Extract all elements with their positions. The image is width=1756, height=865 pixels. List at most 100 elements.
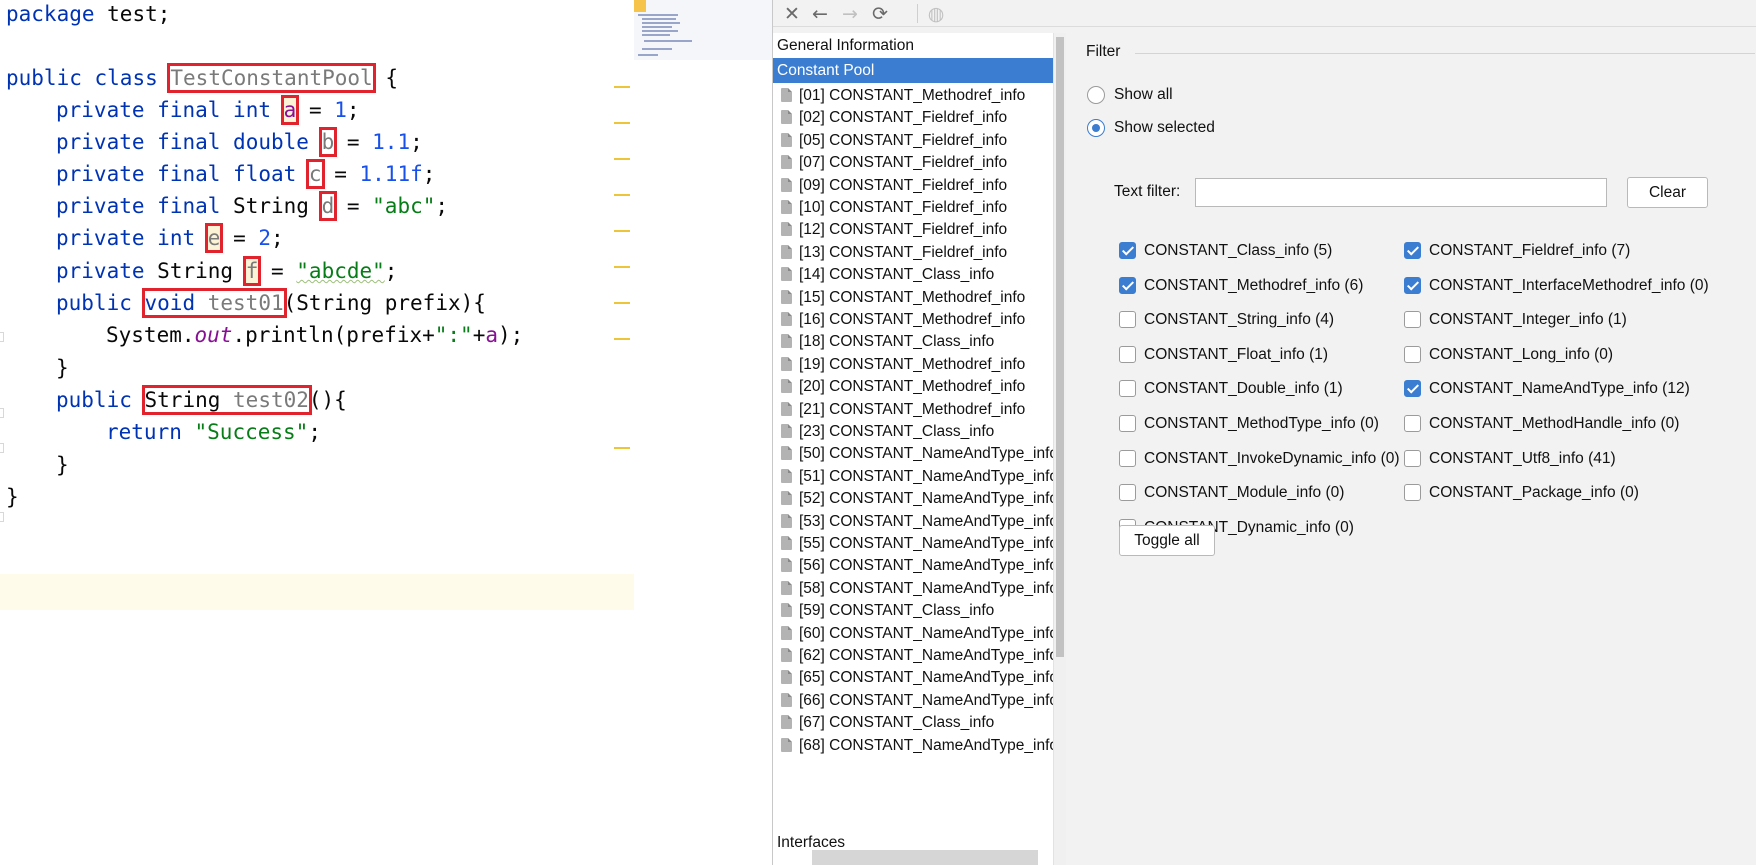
checkbox-unchecked[interactable] (1119, 380, 1136, 398)
brace: } (56, 453, 69, 477)
gutter-marker[interactable] (614, 122, 630, 124)
constant-pool-entry[interactable]: [50] CONSTANT_NameAndType_info (773, 441, 1053, 466)
constant-pool-entry[interactable]: [67] CONSTANT_Class_info (773, 710, 1053, 735)
constant-pool-entry[interactable]: [09] CONSTANT_Fieldref_info (773, 173, 1053, 198)
type: double (233, 130, 309, 154)
checkbox-unchecked[interactable] (1119, 449, 1136, 467)
gutter-marker[interactable] (614, 266, 630, 268)
checkbox-label: CONSTANT_InterfaceMethodref_info (0) (1429, 276, 1709, 294)
checkbox-label: CONSTANT_Float_info (1) (1144, 345, 1329, 363)
constant-pool-entry[interactable]: [13] CONSTANT_Fieldref_info (773, 240, 1053, 265)
checkbox-label: CONSTANT_MethodType_info (0) (1144, 415, 1379, 432)
refresh-icon[interactable]: ⟳ (869, 3, 891, 25)
constant-pool-entry[interactable]: [68] CONSTANT_NameAndType_info (773, 733, 1053, 758)
checkbox-checked[interactable] (1404, 380, 1421, 398)
fold-icon[interactable] (0, 332, 4, 342)
keyword: private (56, 226, 145, 250)
brace: } (6, 485, 19, 509)
constant-pool-entry[interactable]: [10] CONSTANT_Fieldref_info (773, 195, 1053, 220)
checkbox-checked[interactable] (1119, 276, 1136, 294)
gutter-marker[interactable] (614, 194, 630, 196)
constant-pool-entry[interactable]: [02] CONSTANT_Fieldref_info (773, 105, 1053, 130)
back-arrow-icon[interactable]: ← (809, 3, 831, 25)
constant-pool-entry[interactable]: [60] CONSTANT_NameAndType_info (773, 621, 1053, 646)
checkbox-unchecked[interactable] (1119, 484, 1136, 502)
tree-vertical-scrollbar[interactable] (1053, 33, 1066, 865)
constant-pool-entry[interactable]: [65] CONSTANT_NameAndType_info (773, 665, 1053, 690)
constant-pool-entry[interactable]: [16] CONSTANT_Methodref_info (773, 307, 1053, 332)
return-type: String (144, 388, 221, 412)
constant-pool-entry[interactable]: [20] CONSTANT_Methodref_info (773, 374, 1053, 399)
checkbox-unchecked[interactable] (1119, 415, 1136, 432)
constant-pool-entry[interactable]: [21] CONSTANT_Methodref_info (773, 397, 1053, 422)
radio-button[interactable] (1087, 119, 1105, 137)
constant-pool-entry[interactable]: [58] CONSTANT_NameAndType_info (773, 576, 1053, 601)
constant-pool-entry[interactable]: [12] CONSTANT_Fieldref_info (773, 217, 1053, 242)
constant-pool-entry[interactable]: [01] CONSTANT_Methodref_info (773, 83, 1053, 108)
constant-pool-entry[interactable]: [55] CONSTANT_NameAndType_info (773, 531, 1053, 556)
fold-icon[interactable] (0, 408, 4, 418)
checkbox-unchecked[interactable] (1404, 449, 1421, 467)
constant-pool-entry[interactable]: [19] CONSTANT_Methodref_info (773, 352, 1053, 377)
static-field: out (194, 323, 233, 347)
literal: 1 (334, 98, 347, 122)
tree-node-constant-pool[interactable]: Constant Pool (773, 58, 1053, 83)
fold-icon[interactable] (0, 443, 4, 453)
gutter-marker[interactable] (614, 230, 630, 232)
document-icon (781, 155, 792, 170)
clear-button[interactable]: Clear (1627, 177, 1708, 208)
literal: 1.1 (372, 130, 411, 154)
code-editor[interactable]: package test; public class TestConstantP… (0, 0, 634, 865)
gutter-marker[interactable] (614, 302, 630, 304)
entry-label: [21] CONSTANT_Methodref_info (799, 400, 1026, 418)
constant-pool-entry[interactable]: [14] CONSTANT_Class_info (773, 262, 1053, 287)
gutter-marker[interactable] (614, 338, 630, 340)
tree-horizontal-scrollbar[interactable] (812, 850, 1038, 865)
call: .println(prefix+ (232, 323, 435, 347)
checkbox-checked[interactable] (1404, 242, 1421, 259)
text-filter-input[interactable] (1195, 178, 1607, 207)
constant-pool-entry[interactable]: [07] CONSTANT_Fieldref_info (773, 150, 1053, 175)
web-icon[interactable]: ◍ (925, 3, 947, 25)
code-line: private int e = 2; (56, 220, 284, 256)
constant-pool-entry[interactable]: [56] CONSTANT_NameAndType_info (773, 553, 1053, 578)
constant-pool-entry[interactable]: [23] CONSTANT_Class_info (773, 419, 1053, 444)
toggle-all-button[interactable]: Toggle all (1119, 525, 1215, 556)
close-icon[interactable]: ✕ (781, 3, 803, 25)
gutter-marker[interactable] (614, 158, 630, 160)
structure-tree[interactable]: General Information Constant Pool [01] C… (773, 33, 1053, 865)
gutter-marker[interactable] (614, 447, 630, 449)
constant-pool-entry[interactable]: [62] CONSTANT_NameAndType_info (773, 643, 1053, 668)
assign: = (258, 259, 297, 283)
checkbox-label: CONSTANT_Methodref_info (6) (1144, 276, 1364, 294)
gutter-marker[interactable] (614, 86, 630, 88)
checkbox-unchecked[interactable] (1404, 345, 1421, 363)
document-icon (781, 401, 792, 416)
checkbox-unchecked[interactable] (1404, 415, 1421, 432)
checkbox-unchecked[interactable] (1119, 311, 1136, 329)
tree-node-general-information[interactable]: General Information (773, 33, 1053, 58)
constant-pool-entry[interactable]: [15] CONSTANT_Methodref_info (773, 285, 1053, 310)
checkbox-checked[interactable] (1119, 242, 1136, 259)
scrollbar-thumb[interactable] (1056, 37, 1064, 657)
radio-button[interactable] (1087, 86, 1105, 104)
checkbox-unchecked[interactable] (1404, 311, 1421, 329)
code-minimap[interactable] (634, 0, 772, 60)
checkbox-unchecked[interactable] (1119, 345, 1136, 363)
entry-label: [67] CONSTANT_Class_info (799, 714, 995, 732)
constant-pool-entry[interactable]: [52] CONSTANT_NameAndType_info (773, 486, 1053, 511)
constant-pool-entry[interactable]: [59] CONSTANT_Class_info (773, 598, 1053, 623)
forward-arrow-icon[interactable]: → (839, 3, 861, 25)
constant-pool-entry[interactable]: [18] CONSTANT_Class_info (773, 329, 1053, 354)
constant-pool-entry[interactable]: [66] CONSTANT_NameAndType_info (773, 688, 1053, 713)
minimap-line (642, 26, 672, 28)
checkbox-checked[interactable] (1404, 276, 1421, 294)
field-name-highlight: a (280, 95, 300, 125)
constant-pool-entry[interactable]: [05] CONSTANT_Fieldref_info (773, 128, 1053, 153)
constant-pool-entry[interactable]: [53] CONSTANT_NameAndType_info (773, 509, 1053, 534)
document-icon (781, 312, 792, 326)
entry-label: [62] CONSTANT_NameAndType_info (799, 647, 1053, 664)
constant-pool-entry[interactable]: [51] CONSTANT_NameAndType_info (773, 464, 1053, 489)
checkbox-unchecked[interactable] (1404, 484, 1421, 502)
fold-icon[interactable] (0, 512, 4, 522)
